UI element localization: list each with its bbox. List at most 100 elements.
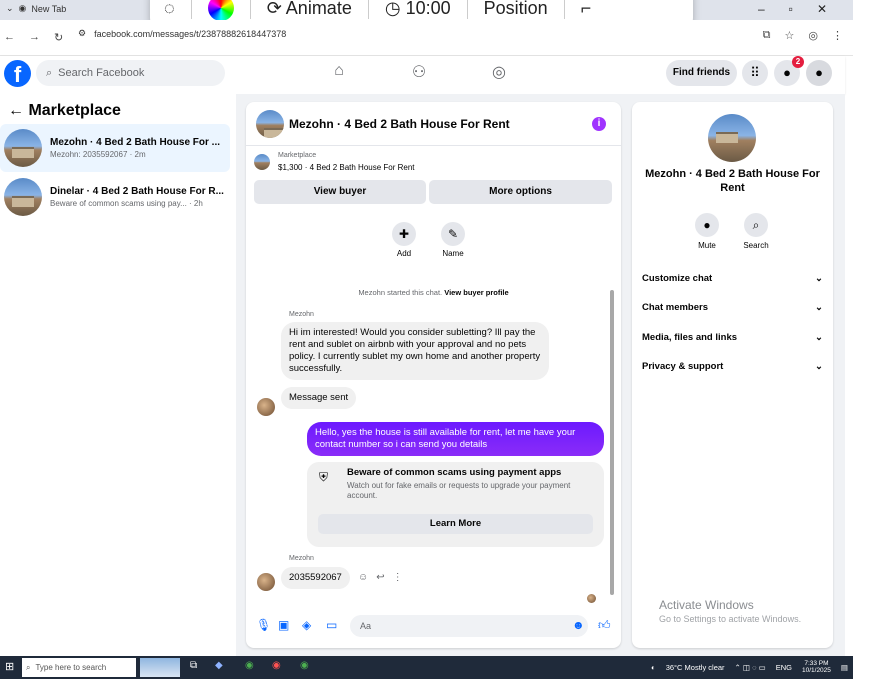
message-input[interactable]: Aa [350, 615, 588, 637]
conversation-title: Dinelar · 4 Bed 2 Bath House For R... [50, 186, 224, 197]
incoming-message[interactable]: Hi im interested! Would you consider sub… [281, 322, 549, 380]
info-icon[interactable]: i [592, 117, 606, 131]
profile-avatar[interactable]: ● [806, 60, 832, 86]
groups-icon[interactable]: ◎ [488, 62, 510, 84]
app-icon[interactable]: ◆ [215, 660, 223, 671]
search-input[interactable]: ⌕ Search Facebook [36, 60, 225, 86]
pin-icon[interactable]: ⌐ [581, 0, 592, 19]
photo-icon[interactable]: ▣ [278, 618, 289, 632]
conversation-preview: Mezohn: 2035592067 · 2m [50, 150, 146, 159]
site-info-icon[interactable]: ⚙ [78, 28, 86, 39]
tab-title: New Tab [31, 3, 67, 14]
like-icon[interactable]: 👍︎ [598, 618, 611, 633]
pencil-icon[interactable]: ✎ [441, 222, 465, 246]
tray-icons[interactable]: ⌃ ◫ ◌ ▭ [735, 663, 766, 672]
animate-button[interactable]: ⟳ Animate [267, 0, 352, 19]
details-title: Mezohn · 4 Bed 2 Bath House For Rent [645, 168, 820, 194]
message-placeholder: Aa [360, 621, 372, 631]
more-icon[interactable]: ⋮ [393, 572, 403, 583]
seen-avatar [587, 594, 596, 603]
media-files-row[interactable]: Media, files and links ⌄ [642, 332, 823, 343]
scrollbar[interactable] [610, 290, 614, 595]
menu-icon[interactable]: ⋮ [832, 29, 843, 42]
facebook-logo[interactable]: f [4, 60, 31, 87]
browser-tab[interactable]: ⌄ ◉ New Tab [6, 3, 66, 14]
view-buyer-button[interactable]: View buyer [254, 180, 426, 204]
chat-avatar[interactable] [256, 110, 284, 138]
clock[interactable]: 7:33 PM 10/1/2025 [802, 660, 831, 674]
search-icon[interactable]: ⌕ [744, 213, 768, 237]
chevron-down-icon[interactable]: ⌄ [6, 3, 14, 14]
chrome-taskbar-icon[interactable]: ◉ [245, 660, 254, 671]
home-icon[interactable]: ⌂ [328, 62, 350, 84]
url-field[interactable]: ⚙ facebook.com/messages/t/23878882618447… [78, 28, 286, 39]
reload-icon[interactable]: ↻ [54, 31, 63, 44]
profile-icon[interactable]: ◎ [808, 29, 818, 42]
timer-button[interactable]: ◷ 10:00 [385, 0, 451, 19]
reply-icon[interactable]: ↩ [376, 572, 384, 583]
notifications-icon[interactable]: ▤ [841, 663, 848, 672]
address-bar-row: ← → ↻ ⚙ facebook.com/messages/t/23878882… [0, 20, 853, 56]
gif-icon[interactable]: ▭ [326, 618, 337, 632]
emoji-icon[interactable]: ☻ [572, 618, 585, 632]
activate-windows-subtext: Go to Settings to activate Windows. [659, 614, 802, 624]
conversation-preview: Beware of common scams using pay... · 2h [50, 199, 203, 208]
emoji-react-icon[interactable]: ☺ [358, 572, 368, 583]
incoming-message[interactable]: 2035592067 [281, 567, 350, 589]
listing-avatar [4, 129, 42, 167]
language-indicator[interactable]: ENG [776, 663, 792, 672]
cast-icon[interactable]: ⧉ [763, 29, 771, 42]
sender-avatar[interactable] [257, 398, 275, 416]
menu-grid-icon[interactable]: ⠿ [742, 60, 768, 86]
clock-date: 10/1/2025 [801, 667, 831, 674]
friends-icon[interactable]: ⚇ [408, 62, 430, 84]
back-arrow-icon[interactable]: ← [8, 102, 28, 119]
learn-more-button[interactable]: Learn More [318, 514, 593, 534]
weather-text[interactable]: 36°C Mostly clear [666, 663, 725, 672]
more-options-button[interactable]: More options [429, 180, 612, 204]
chrome-taskbar-icon[interactable]: ◉ [272, 660, 281, 671]
message-composer: 🎙︎ ▣ ◈ ▭ Aa ☻ 👍︎ [246, 612, 621, 640]
color-wheel-icon[interactable] [207, 0, 234, 21]
speech-bubble-icon[interactable]: ◌ [164, 0, 175, 19]
chevron-down-icon: ⌄ [815, 273, 823, 284]
back-icon[interactable]: ← [4, 31, 15, 44]
restore-icon[interactable]: ▫ [789, 2, 793, 16]
bell-icon[interactable]: ● [695, 213, 719, 237]
windows-start-icon[interactable]: ⊞ [5, 660, 14, 673]
sticker-icon[interactable]: ◈ [302, 618, 311, 632]
customize-chat-row[interactable]: Customize chat ⌄ [642, 273, 823, 284]
scam-title: Beware of common scams using payment app… [347, 467, 562, 478]
divider [367, 0, 369, 19]
privacy-support-row[interactable]: Privacy & support ⌄ [642, 361, 823, 372]
task-view-icon[interactable]: ⧉ [190, 660, 197, 671]
listing-avatar-large[interactable] [708, 114, 756, 162]
conversation-item[interactable]: Dinelar · 4 Bed 2 Bath House For R... Be… [0, 173, 230, 221]
conversation-item[interactable]: Mezohn · 4 Bed 2 Bath House For ... Mezo… [0, 124, 230, 172]
view-buyer-profile-link[interactable]: View buyer profile [444, 288, 508, 297]
position-button[interactable]: Position [484, 0, 548, 19]
microphone-icon[interactable]: 🎙︎ [256, 618, 271, 632]
close-icon[interactable]: ✕ [817, 2, 827, 16]
taskbar-search[interactable]: ⌕ Type here to search [22, 658, 136, 677]
star-icon[interactable]: ☆ [785, 29, 795, 42]
forward-icon[interactable]: → [29, 31, 40, 44]
add-person-icon[interactable]: ✚ [392, 222, 416, 246]
marketplace-label: Marketplace [278, 152, 317, 159]
incoming-message[interactable]: Message sent [281, 387, 357, 409]
scam-description: Watch out for fake emails or requests to… [347, 481, 571, 500]
chat-members-row[interactable]: Chat members ⌄ [642, 302, 823, 313]
chrome-taskbar-icon[interactable]: ◉ [300, 660, 309, 671]
chrome-icon: ◉ [18, 3, 27, 13]
find-friends-button[interactable]: Find friends [666, 60, 737, 86]
widget-thumbnail[interactable] [140, 658, 180, 677]
minimize-icon[interactable]: – [758, 2, 765, 16]
outgoing-message[interactable]: Hello, yes the house is still available … [307, 422, 604, 456]
page-title: ← Marketplace [8, 102, 121, 120]
listing-summary[interactable]: $1,300 · 4 Bed 2 Bath House For Rent [278, 163, 415, 172]
message-actions: ☺ ↩ ⋮ [358, 572, 403, 583]
timer-label: 10:00 [405, 0, 451, 18]
search-icon: ⌕ [26, 662, 31, 672]
sender-avatar[interactable] [257, 573, 275, 591]
chat-title[interactable]: Mezohn · 4 Bed 2 Bath House For Rent [289, 117, 510, 131]
